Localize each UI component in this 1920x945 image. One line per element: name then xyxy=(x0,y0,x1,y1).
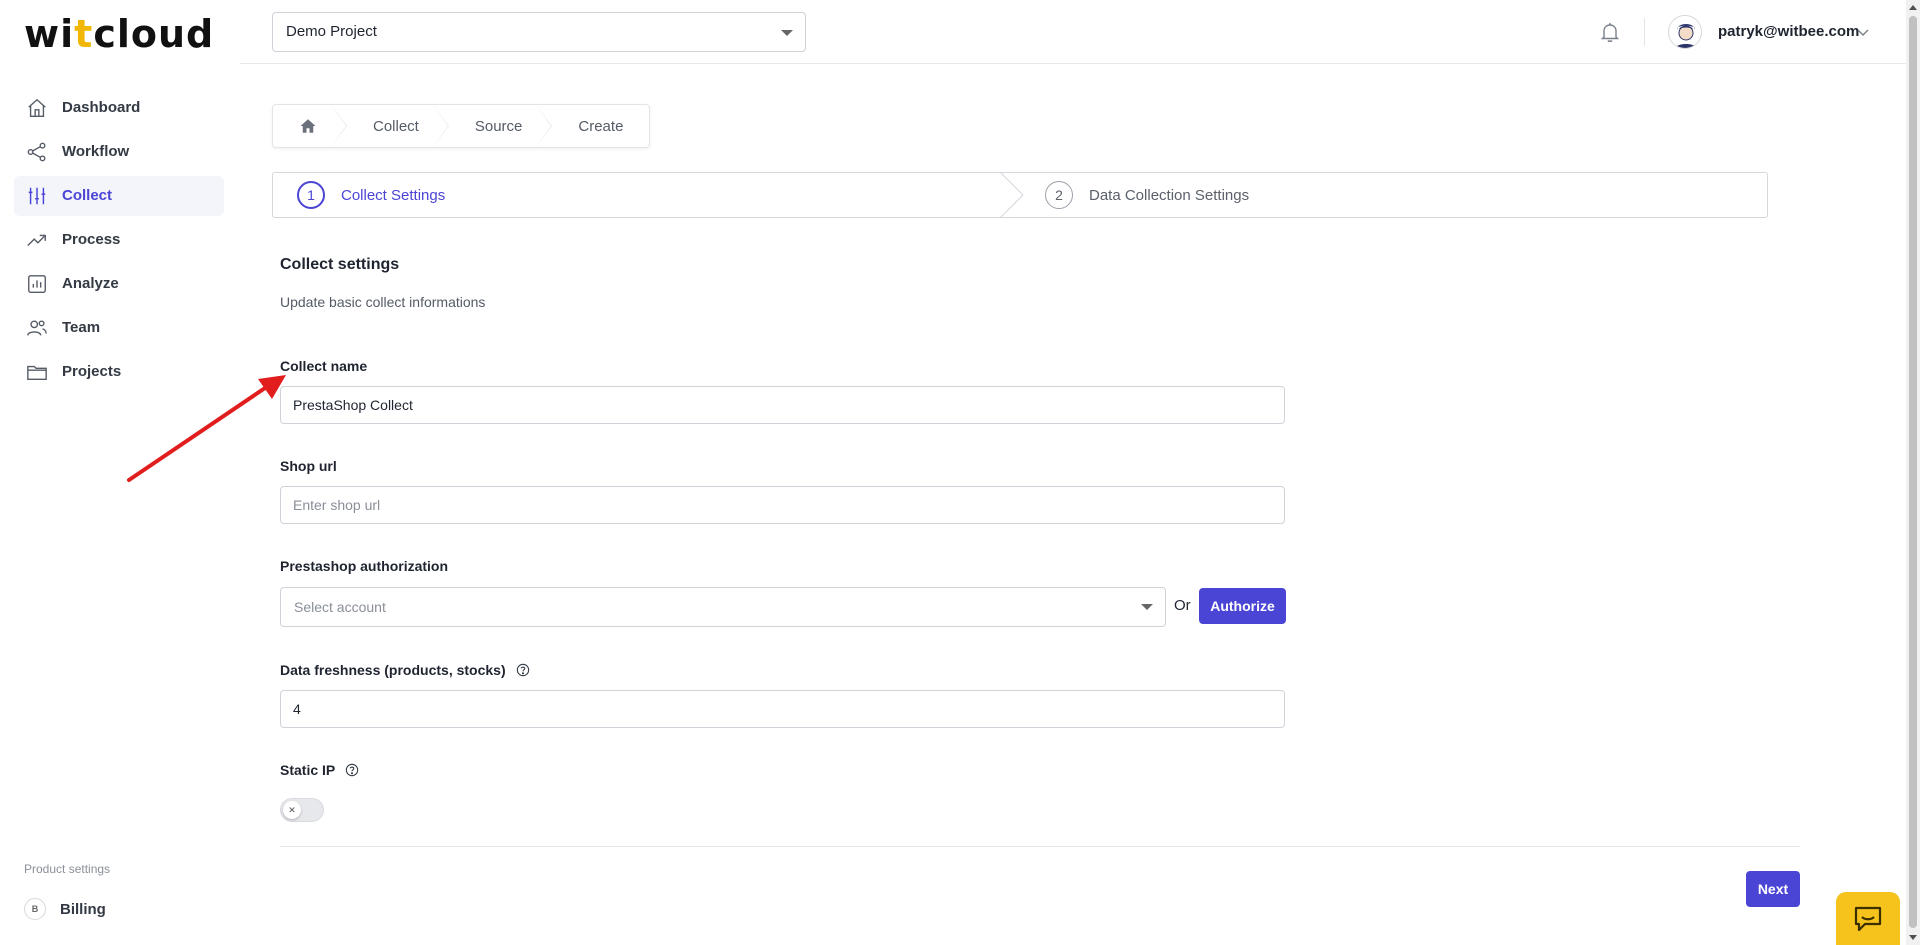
static-ip-label-text: Static IP xyxy=(280,762,336,778)
sidebar-item-dashboard[interactable]: Dashboard xyxy=(14,88,224,128)
account-select-placeholder: Select account xyxy=(294,599,386,615)
home-icon xyxy=(28,98,46,117)
static-ip-label: Static IP xyxy=(280,762,359,778)
user-avatar-icon xyxy=(1669,16,1701,48)
caret-down-icon xyxy=(781,30,793,36)
sidebar-item-label: Projects xyxy=(62,363,122,380)
divider xyxy=(280,846,1800,847)
billing-icon: B xyxy=(24,898,46,920)
sidebar-item-label: Process xyxy=(62,231,121,248)
sidebar-item-label: Workflow xyxy=(62,143,130,160)
home-icon xyxy=(300,119,316,133)
step-label: Collect Settings xyxy=(341,186,446,204)
project-select[interactable]: Demo Project xyxy=(272,12,806,52)
breadcrumb-home[interactable] xyxy=(273,105,347,147)
scrollbar[interactable] xyxy=(1906,0,1920,945)
step-number: 2 xyxy=(1045,181,1073,209)
bell-icon[interactable] xyxy=(1598,20,1622,44)
user-email[interactable]: patryk@witbee.com xyxy=(1718,23,1859,40)
sidebar-item-billing[interactable]: B Billing xyxy=(24,898,106,920)
data-freshness-input[interactable] xyxy=(280,690,1285,728)
logo-text-right: cloud xyxy=(93,12,215,56)
authorize-button[interactable]: Authorize xyxy=(1199,588,1286,624)
page: witcloud Dashboard Workflow Collect Proc… xyxy=(0,0,1920,945)
bar-chart-icon xyxy=(28,275,46,293)
folder-icon xyxy=(27,365,47,381)
static-ip-toggle[interactable]: ✕ xyxy=(280,798,324,822)
sidebar-item-workflow[interactable]: Workflow xyxy=(14,132,224,172)
stepper: 1 Collect Settings 2 Data Collection Set… xyxy=(272,172,1768,218)
step-separator-icon xyxy=(999,172,1024,218)
collect-name-label: Collect name xyxy=(280,358,368,374)
sliders-icon xyxy=(28,187,46,205)
scroll-down-arrow-icon[interactable] xyxy=(1909,935,1917,940)
breadcrumb-item-collect[interactable]: Collect xyxy=(343,105,449,147)
product-settings-heading: Product settings xyxy=(24,862,111,876)
section-subtitle: Update basic collect informations xyxy=(280,294,486,310)
sidebar-item-process[interactable]: Process xyxy=(14,220,224,260)
logo-text-left: wi xyxy=(24,12,75,56)
scroll-up-arrow-icon[interactable] xyxy=(1909,5,1917,10)
chevron-down-icon[interactable] xyxy=(1856,25,1870,39)
topbar: Demo Project patryk@witbee.com xyxy=(240,0,1906,64)
account-select[interactable]: Select account xyxy=(280,587,1166,627)
sidebar-item-collect[interactable]: Collect xyxy=(14,176,224,216)
scroll-thumb[interactable] xyxy=(1909,16,1917,928)
data-freshness-label-text: Data freshness (products, stocks) xyxy=(280,662,506,678)
sidebar-item-projects[interactable]: Projects xyxy=(14,352,224,392)
step-data-collection-settings[interactable]: 2 Data Collection Settings xyxy=(1045,173,1249,217)
caret-down-icon xyxy=(1141,604,1153,610)
help-circle-icon[interactable] xyxy=(516,663,530,677)
step-collect-settings[interactable]: 1 Collect Settings xyxy=(297,173,445,217)
sidebar-item-label: Collect xyxy=(62,187,113,204)
section-title: Collect settings xyxy=(280,256,400,273)
next-button[interactable]: Next xyxy=(1746,871,1800,907)
breadcrumb-item-source[interactable]: Source xyxy=(445,105,552,147)
sidebar-item-team[interactable]: Team xyxy=(14,308,224,348)
data-freshness-label: Data freshness (products, stocks) xyxy=(280,662,530,678)
prestashop-authorization-label: Prestashop authorization xyxy=(280,558,449,574)
sidebar: witcloud Dashboard Workflow Collect Proc… xyxy=(0,0,240,945)
sidebar-item-label: Team xyxy=(62,319,101,336)
share-icon xyxy=(27,142,46,162)
help-circle-icon[interactable] xyxy=(345,763,359,777)
sidebar-item-label: Billing xyxy=(60,900,106,918)
breadcrumb: Collect Source Create xyxy=(272,104,651,148)
or-text: Or xyxy=(1174,597,1191,614)
chat-icon xyxy=(1854,906,1882,932)
witcloud-logo[interactable]: witcloud xyxy=(24,12,214,56)
step-number: 1 xyxy=(297,181,325,209)
main-nav: Dashboard Workflow Collect Process Analy… xyxy=(14,88,224,396)
sidebar-item-analyze[interactable]: Analyze xyxy=(14,264,224,304)
toggle-off-icon: ✕ xyxy=(283,801,301,819)
project-select-value: Demo Project xyxy=(286,23,377,40)
breadcrumb-item-create[interactable]: Create xyxy=(548,105,649,147)
users-icon xyxy=(27,320,47,336)
sidebar-item-label: Analyze xyxy=(62,275,119,292)
sidebar-item-label: Dashboard xyxy=(62,99,141,116)
collect-name-input[interactable] xyxy=(280,386,1285,424)
shop-url-input[interactable] xyxy=(280,486,1285,524)
avatar[interactable] xyxy=(1668,15,1702,49)
trending-icon xyxy=(27,234,46,246)
shop-url-label: Shop url xyxy=(280,458,337,474)
chat-widget-button[interactable] xyxy=(1836,892,1900,945)
topbar-divider xyxy=(1644,18,1645,46)
logo-text-accent: t xyxy=(74,12,94,56)
step-label: Data Collection Settings xyxy=(1089,186,1250,204)
